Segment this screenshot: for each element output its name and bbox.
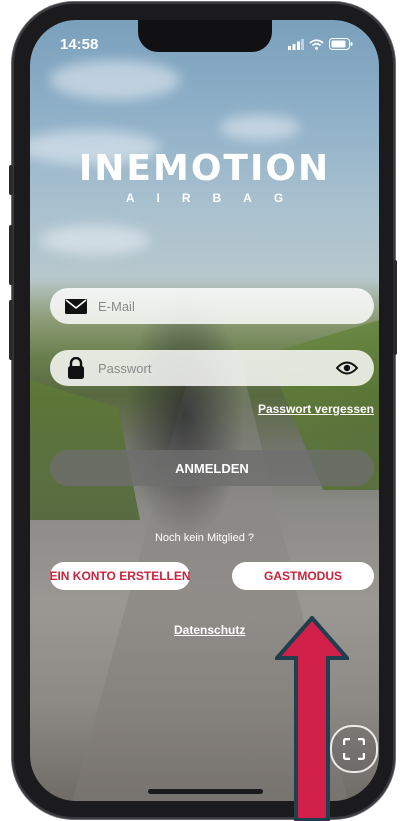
signup-prompt: Noch kein Mitglied ?	[154, 532, 255, 544]
phone-volume-up	[9, 225, 13, 285]
phone-silent-switch	[9, 165, 13, 195]
phone-volume-down	[9, 300, 13, 360]
camera-notch	[138, 20, 272, 52]
email-input[interactable]	[96, 297, 374, 315]
background-cloud	[220, 115, 300, 140]
annotation-arrow-icon	[275, 616, 349, 821]
phone-power-button	[393, 260, 397, 355]
login-button[interactable]: ANMELDEN	[50, 450, 374, 486]
logo-subtitle: AIRBAG	[125, 191, 306, 205]
wifi-icon	[309, 38, 324, 50]
background-motorcyclist	[125, 290, 245, 540]
mail-icon	[64, 294, 88, 318]
signal-icon	[288, 38, 304, 50]
email-field[interactable]	[50, 288, 374, 324]
password-input[interactable]	[96, 359, 336, 377]
battery-icon	[329, 38, 353, 50]
background-cloud	[40, 225, 150, 255]
status-icons	[288, 38, 353, 50]
status-time: 14:58	[60, 36, 99, 53]
logo-wordmark: INEMOTION	[78, 148, 331, 189]
home-indicator	[148, 789, 263, 794]
create-account-button[interactable]: EIN KONTO ERSTELLEN	[49, 562, 191, 590]
forgot-password-link[interactable]: Passwort vergessen	[258, 402, 374, 416]
password-field[interactable]	[50, 350, 374, 386]
app-logo: INEMOTION AIRBAG	[30, 148, 379, 205]
privacy-link[interactable]: Datenschutz	[174, 623, 245, 637]
lock-icon	[64, 356, 88, 380]
guest-mode-button[interactable]: GASTMODUS	[232, 562, 374, 590]
eye-icon[interactable]	[336, 361, 358, 375]
background-cloud	[50, 60, 180, 100]
